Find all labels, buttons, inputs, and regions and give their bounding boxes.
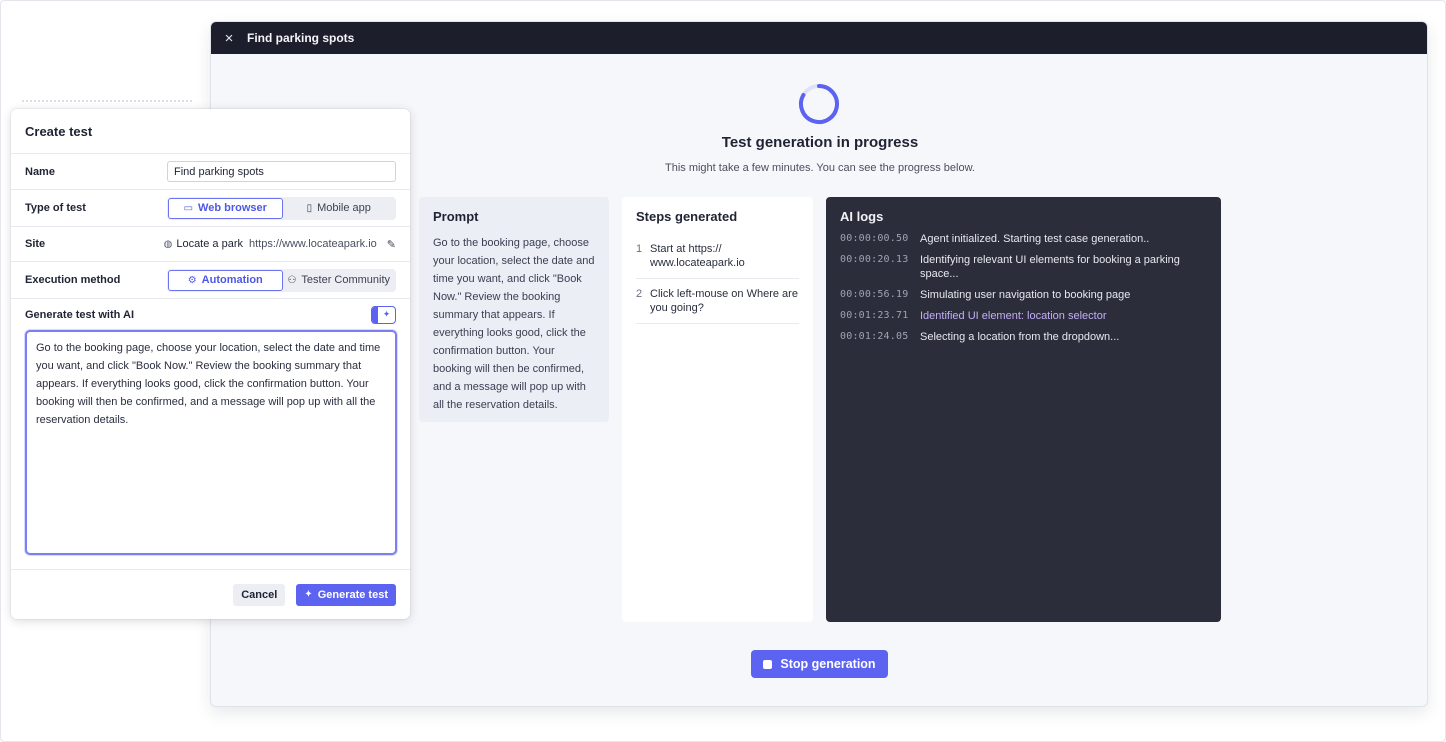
- step-number: 2: [636, 288, 643, 300]
- prompt-panel: Prompt Go to the booking page, choose yo…: [419, 197, 609, 422]
- name-row: Name: [11, 154, 410, 190]
- site-value: ◍ Locate a park https://www.locateapark.…: [164, 238, 396, 251]
- log-entry: 00:00:20.13 Identifying relevant UI elem…: [840, 253, 1207, 281]
- prompt-text: Go to the booking page, choose your loca…: [433, 237, 595, 411]
- automation-option[interactable]: ⚙ Automation: [168, 269, 283, 291]
- execution-method-label: Execution method: [25, 274, 121, 286]
- execution-method-toggle: ⚙ Automation ⚇ Tester Community: [167, 268, 396, 292]
- execution-method-row: Execution method ⚙ Automation ⚇ Tester C…: [11, 262, 410, 299]
- logs-heading: AI logs: [840, 209, 884, 224]
- cancel-button[interactable]: Cancel: [233, 583, 286, 606]
- ai-label: Generate test with AI: [25, 308, 135, 321]
- log-entry: 00:01:23.71 Identified UI element: locat…: [840, 309, 1207, 323]
- globe-icon: ◍: [163, 238, 173, 250]
- sparkle-icon: ✦: [382, 309, 391, 319]
- step-item: 2 Click left-mouse on Where are you goin…: [636, 279, 799, 324]
- type-of-test-toggle: ▭ Web browser ▯ Mobile app: [167, 196, 396, 220]
- close-icon[interactable]: ×: [211, 30, 247, 47]
- mobile-phone-icon: ▯: [306, 202, 313, 214]
- ai-prompt-textarea[interactable]: Go to the booking page, choose your loca…: [25, 330, 397, 555]
- dialog-footer: Cancel ✦ Generate test: [11, 569, 410, 619]
- log-message: Identifying relevant UI elements for boo…: [920, 254, 1180, 280]
- step-text: Click left-mouse on Where are you going?: [650, 288, 798, 314]
- generate-test-label: Generate test: [317, 588, 388, 601]
- automation-label: Automation: [201, 274, 263, 286]
- log-entry: 00:00:00.50 Agent initialized. Starting …: [840, 232, 1207, 246]
- window-titlebar: × Find parking spots: [211, 22, 1427, 54]
- stop-generation-label: Stop generation: [780, 657, 876, 671]
- background-placeholder: [22, 100, 192, 108]
- ai-section-header: Generate test with AI ✦: [25, 299, 396, 330]
- web-browser-option[interactable]: ▭ Web browser: [168, 197, 283, 219]
- window-title: Find parking spots: [247, 31, 355, 45]
- log-entry: 00:01:24.05 Selecting a location from th…: [840, 330, 1207, 344]
- spinner-icon: [799, 84, 839, 124]
- generate-test-button[interactable]: ✦ Generate test: [296, 583, 396, 606]
- robot-icon: ⚙: [187, 274, 197, 286]
- log-timestamp: 00:00:56.19: [840, 289, 909, 300]
- sparkle-icon: ✦: [304, 589, 313, 600]
- tester-community-label: Tester Community: [301, 274, 391, 286]
- log-timestamp: 00:01:24.05: [840, 331, 909, 342]
- stop-generation-button[interactable]: Stop generation: [751, 650, 888, 678]
- log-message-highlighted: Identified UI element: location selector: [920, 310, 1107, 322]
- mobile-app-label: Mobile app: [317, 202, 371, 214]
- stop-square-icon: [763, 659, 773, 669]
- log-timestamp: 00:00:00.50: [840, 233, 909, 244]
- step-number: 1: [636, 243, 643, 255]
- prompt-heading: Prompt: [433, 209, 479, 224]
- create-test-dialog: Create test Name Type of test ▭ Web brow…: [11, 109, 410, 619]
- type-of-test-row: Type of test ▭ Web browser ▯ Mobile app: [11, 190, 410, 227]
- log-message: Simulating user navigation to booking pa…: [920, 289, 1131, 301]
- steps-panel: Steps generated 1 Start at https:// www.…: [622, 197, 813, 622]
- pencil-icon[interactable]: ✎: [387, 238, 396, 251]
- log-message: Selecting a location from the dropdown..…: [920, 331, 1120, 343]
- ai-generation-section: Generate test with AI ✦ Go to the bookin…: [11, 299, 410, 560]
- browser-window-icon: ▭: [183, 202, 194, 214]
- ai-toggle[interactable]: ✦: [371, 305, 396, 324]
- log-entry: 00:00:56.19 Simulating user navigation t…: [840, 288, 1207, 302]
- site-name: Locate a park: [176, 238, 243, 250]
- mobile-app-option[interactable]: ▯ Mobile app: [283, 198, 396, 219]
- step-text: Start at https:// www.locateapark.io: [650, 243, 745, 269]
- name-input[interactable]: [167, 161, 396, 182]
- step-item: 1 Start at https:// www.locateapark.io: [636, 234, 799, 279]
- tester-community-option[interactable]: ⚇ Tester Community: [283, 270, 396, 291]
- log-timestamp: 00:00:20.13: [840, 254, 909, 265]
- site-row: Site ◍ Locate a park https://www.locatea…: [11, 227, 410, 262]
- ai-logs-panel: AI logs 00:00:00.50 Agent initialized. S…: [826, 197, 1221, 622]
- people-icon: ⚇: [287, 274, 297, 286]
- dialog-title: Create test: [11, 109, 410, 154]
- site-url: https://www.locateapark.io: [248, 238, 377, 250]
- type-of-test-label: Type of test: [25, 202, 86, 214]
- steps-heading: Steps generated: [636, 209, 738, 224]
- name-label: Name: [25, 165, 55, 178]
- web-browser-label: Web browser: [198, 202, 267, 214]
- log-message: Agent initialized. Starting test case ge…: [920, 233, 1150, 245]
- site-label: Site: [25, 238, 46, 250]
- log-timestamp: 00:01:23.71: [840, 310, 909, 321]
